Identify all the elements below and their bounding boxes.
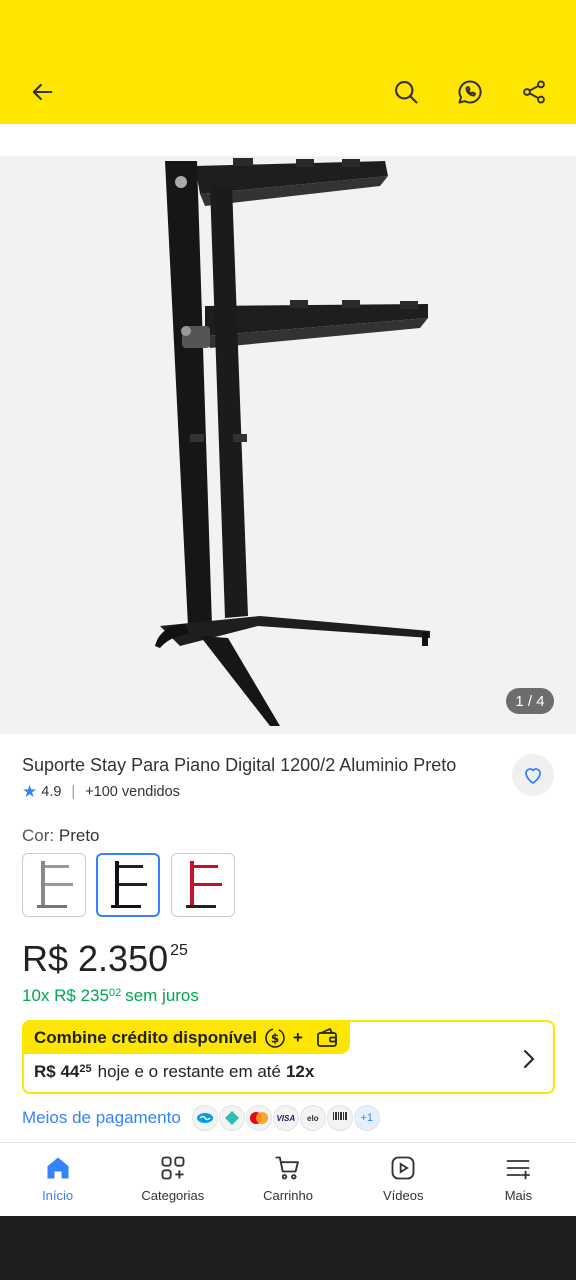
mastercard-icon <box>245 1105 272 1131</box>
product-image-gallery[interactable]: 1 / 4 <box>0 156 576 734</box>
star-icon: ★ <box>22 782 38 801</box>
coin-icon: $ <box>263 1026 287 1050</box>
visa-icon: VISA <box>272 1105 299 1131</box>
installments-cents: 02 <box>108 987 122 999</box>
swatch-image <box>111 861 147 908</box>
system-navigation-bar <box>0 1216 576 1280</box>
installments: 10x R$ 235 02 sem juros <box>22 986 199 1006</box>
plus-sign: + <box>292 1028 303 1047</box>
boleto-icon <box>326 1105 353 1131</box>
credit-amount: R$ 44 <box>34 1062 80 1081</box>
tab-categorias[interactable]: Categorias <box>115 1143 230 1216</box>
credit-banner-header: Combine crédito disponível $ + <box>24 1022 350 1054</box>
mercadopago-icon <box>191 1105 218 1131</box>
svg-text:$: $ <box>271 1032 279 1046</box>
home-icon <box>43 1153 73 1183</box>
color-label-text: Cor: <box>22 826 55 845</box>
installments-suffix: sem juros <box>125 986 199 1005</box>
credit-rest-bold: 12x <box>285 1062 315 1081</box>
swatch-image <box>37 861 73 908</box>
tab-label: Categorias <box>141 1188 205 1203</box>
credit-rest-text: hoje e o restante em até <box>97 1062 281 1081</box>
swatch-silver[interactable] <box>22 853 86 917</box>
chevron-right-icon <box>519 1048 537 1075</box>
color-label: Cor: Preto <box>22 826 100 846</box>
bottom-navigation: Início Categorias Carrinho Vídeos Mais <box>0 1143 576 1216</box>
categories-icon <box>158 1153 188 1183</box>
tab-videos[interactable]: Vídeos <box>346 1143 461 1216</box>
elo-icon: elo <box>299 1105 326 1131</box>
price-main: R$ 2.350 <box>22 938 169 979</box>
rating-row[interactable]: ★ 4.9 | +100 vendidos <box>22 782 180 802</box>
credit-card-banner[interactable]: Combine crédito disponível $ + R$ 44 25 … <box>22 1020 555 1094</box>
installments-prefix: 10x R$ 235 <box>22 986 109 1005</box>
tab-label: Vídeos <box>382 1188 424 1203</box>
top-app-bar <box>0 0 576 124</box>
tab-inicio[interactable]: Início <box>0 1143 115 1216</box>
color-value: Preto <box>58 826 100 845</box>
tab-label: Carrinho <box>263 1188 313 1203</box>
wallet-icon <box>315 1026 339 1050</box>
product-image <box>155 158 430 726</box>
favorite-button[interactable] <box>512 754 554 796</box>
share-icon[interactable] <box>514 72 554 112</box>
spacer <box>0 124 576 156</box>
payment-methods-row[interactable]: Meios de pagamento VISA elo +1 <box>22 1104 380 1132</box>
elo-text: elo <box>307 1113 319 1123</box>
tab-carrinho[interactable]: Carrinho <box>230 1143 345 1216</box>
payment-methods-link[interactable]: Meios de pagamento <box>22 1108 181 1128</box>
heart-icon <box>525 768 541 785</box>
rating-value: 4.9 <box>41 784 62 800</box>
pix-icon <box>218 1105 245 1131</box>
visa-text: VISA <box>276 1113 296 1123</box>
price-cents: 25 <box>170 942 188 959</box>
sold-count: +100 vendidos <box>85 784 180 800</box>
video-icon <box>388 1153 418 1183</box>
swatch-black[interactable] <box>96 853 160 917</box>
tab-mais[interactable]: Mais <box>461 1143 576 1216</box>
menu-plus-icon <box>503 1153 533 1183</box>
product-page: 1 / 4 Suporte Stay Para Piano Digital 12… <box>0 0 576 1280</box>
tab-label: Mais <box>504 1188 533 1203</box>
credit-title: Combine crédito disponível <box>34 1028 257 1047</box>
image-pager: 1 / 4 <box>506 688 554 714</box>
product-title: Suporte Stay Para Piano Digital 1200/2 A… <box>22 755 457 775</box>
tab-label: Início <box>42 1188 74 1203</box>
price: R$ 2.350 25 <box>22 938 188 980</box>
credit-amount-cents: 25 <box>79 1063 92 1075</box>
back-arrow-icon[interactable] <box>22 72 62 112</box>
search-icon[interactable] <box>386 72 426 112</box>
divider: | <box>71 784 76 800</box>
credit-banner-text: R$ 44 25 hoje e o restante em até 12x <box>34 1062 314 1082</box>
cart-icon <box>273 1153 303 1183</box>
swatch-image <box>186 861 222 908</box>
swatch-red[interactable] <box>171 853 235 917</box>
whatsapp-icon[interactable] <box>450 72 490 112</box>
more-payments-badge[interactable]: +1 <box>353 1105 380 1131</box>
